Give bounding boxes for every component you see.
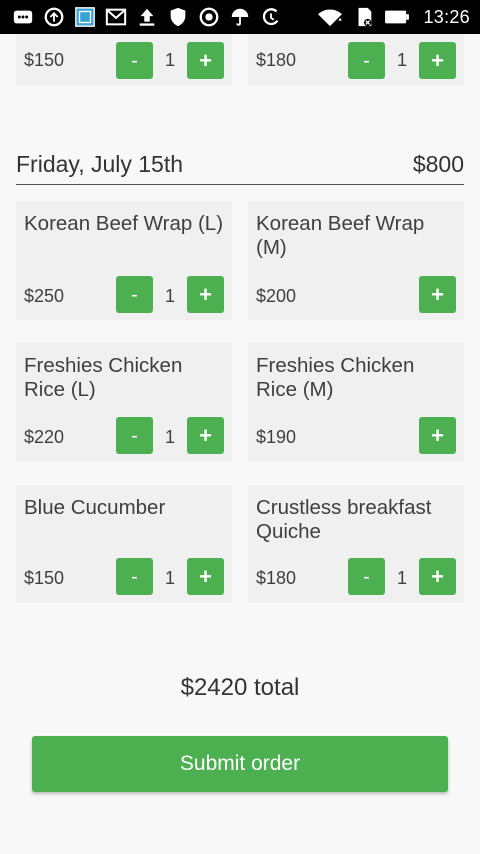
increase-button[interactable]: +	[187, 417, 224, 454]
item-price: $250	[24, 286, 65, 306]
item-price: $150	[24, 568, 65, 588]
menu-item-card: $150 - 1 +	[16, 34, 232, 86]
menu-item-card: Korean Beef Wrap (M) $200 +	[248, 201, 464, 320]
umbrella-icon	[229, 6, 251, 28]
menu-item-card: Korean Beef Wrap (L) $250 - 1 +	[16, 201, 232, 320]
decrease-button[interactable]: -	[348, 558, 385, 595]
item-price: $220	[24, 427, 65, 447]
menu-item-card: Crustless breakfast Quiche $180 - 1 +	[248, 485, 464, 603]
menu-item-card: Blue Cucumber $150 - 1 +	[16, 485, 232, 603]
increase-button[interactable]: +	[419, 558, 456, 595]
day-title: Friday, July 15th	[16, 151, 184, 177]
order-total: $2420 total	[180, 674, 300, 701]
decrease-button[interactable]: -	[116, 417, 153, 454]
increase-button[interactable]: +	[187, 276, 224, 313]
item-quantity: 1	[396, 568, 407, 588]
item-name: Korean Beef Wrap (M)	[256, 212, 425, 259]
item-quantity: 1	[164, 427, 175, 447]
target-icon	[198, 6, 220, 28]
sd-card-icon	[353, 6, 375, 28]
item-price: $200	[256, 286, 297, 306]
item-name: Blue Cucumber	[24, 496, 166, 519]
sync-icon	[43, 6, 65, 28]
increase-button[interactable]: +	[187, 558, 224, 595]
data-saver-icon	[260, 6, 282, 28]
increase-button[interactable]: +	[419, 276, 456, 313]
gmail-icon	[105, 6, 127, 28]
wifi-icon	[315, 6, 345, 28]
notification-icons	[12, 5, 282, 29]
item-name: Freshies Chicken Rice (M)	[256, 354, 415, 401]
increase-button[interactable]: +	[419, 417, 456, 454]
menu-item-card: $180 - 1 +	[248, 34, 464, 86]
day-header: Friday, July 15th $800	[16, 145, 464, 185]
menu-item-card: Freshies Chicken Rice (L) $220 - 1 +	[16, 343, 232, 462]
menu-item-card: Freshies Chicken Rice (M) $190 +	[248, 343, 464, 462]
day-total: $800	[412, 151, 464, 177]
item-price: $190	[256, 427, 297, 447]
shield-icon	[167, 6, 189, 28]
item-name: Crustless breakfast Quiche	[256, 496, 432, 543]
increase-button[interactable]: +	[187, 42, 224, 79]
battery-icon	[383, 6, 411, 28]
clock: 13:26	[423, 6, 470, 27]
item-name: Korean Beef Wrap (L)	[24, 212, 224, 235]
status-bar: 13:26	[0, 0, 480, 34]
upload-icon	[136, 6, 158, 28]
item-quantity: 1	[396, 50, 407, 70]
item-name: Freshies Chicken Rice (L)	[24, 354, 183, 401]
item-quantity: 1	[164, 286, 175, 306]
increase-button[interactable]: +	[419, 42, 456, 79]
submit-order-button[interactable]: Submit order	[32, 736, 448, 792]
item-price: $150	[24, 50, 65, 70]
item-quantity: 1	[164, 568, 175, 588]
system-status: 13:26	[315, 5, 470, 29]
decrease-button[interactable]: -	[116, 558, 153, 595]
decrease-button[interactable]: -	[116, 276, 153, 313]
chat-icon	[12, 6, 34, 28]
item-price: $180	[256, 50, 297, 70]
decrease-button[interactable]: -	[348, 42, 385, 79]
screenshot-icon	[74, 6, 96, 28]
item-price: $180	[256, 568, 297, 588]
item-quantity: 1	[164, 50, 175, 70]
decrease-button[interactable]: -	[116, 42, 153, 79]
